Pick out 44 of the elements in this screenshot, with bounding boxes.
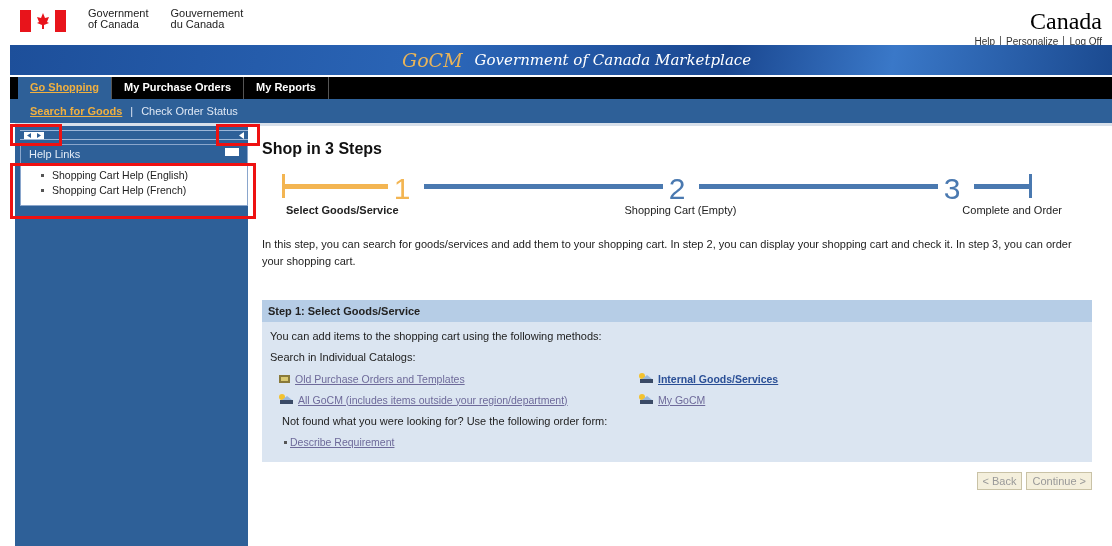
gouvernement-du-canada-text: Gouvernement du Canada [170, 8, 244, 30]
separator: | [130, 105, 134, 117]
canada-wordmark: Canada [1030, 8, 1102, 34]
nav-tab[interactable]: Go Shopping [18, 77, 113, 99]
catalog-link[interactable]: Internal Goods/Services [658, 372, 779, 385]
annotation-rectangle [10, 124, 62, 146]
catalog-icon [278, 393, 294, 406]
panel-title: Help Links [29, 148, 81, 160]
gocm-logo: GoCM [402, 49, 463, 71]
step-label: Select Goods/Service [286, 204, 399, 216]
utility-link[interactable]: Personalize [1006, 36, 1059, 47]
collapse-arrow-icon[interactable] [239, 131, 244, 139]
catalog-link[interactable]: All GoCM (includes items outside your region/department) [298, 393, 568, 406]
step-label: Complete and Order [962, 204, 1062, 216]
intro-text: In this step, you can search for goods/services and add them to your shopping cart. In step 2, you can display your shopping cart and check it. In step 3, you can order your shopping cart. [262, 237, 1073, 269]
step-number: 2 [668, 172, 686, 204]
step-label: Shopping Cart (Empty) [624, 204, 737, 216]
step-number: 3 [943, 172, 961, 204]
annotation-rectangle [216, 124, 260, 146]
step-connector [974, 174, 1032, 198]
catalog-link[interactable]: Old Purchase Orders and Templates [295, 372, 465, 385]
expand-toggle-icon[interactable] [24, 131, 44, 139]
page-title: Shop in 3 Steps [262, 140, 383, 158]
section-title: Step 1: Select Goods/Service [262, 300, 1092, 322]
banner-title: Government of Canada Marketplace [474, 51, 752, 69]
help-link[interactable]: Shopping Cart Help (French) [52, 184, 187, 197]
subnav-link[interactable]: Check Order Status [141, 105, 238, 117]
section-description: You can add items to the shopping cart using the following methods: [270, 330, 603, 342]
help-link[interactable]: Shopping Cart Help (English) [52, 169, 188, 182]
describe-requirement-link[interactable]: Describe Requirement [290, 436, 395, 448]
catalog-link[interactable]: My GoCM [658, 393, 706, 406]
bullet-icon [41, 189, 44, 192]
utility-link[interactable]: Help [974, 36, 996, 47]
catalogs-heading: Search in Individual Catalogs: [270, 351, 417, 363]
subnav-link[interactable]: Search for Goods [30, 105, 123, 117]
bullet-icon [284, 440, 287, 444]
bullet-icon [41, 174, 44, 177]
order-form-prompt: Not found what you were looking for? Use the following order form: [281, 415, 609, 427]
step-number: 1 [393, 172, 411, 204]
canada-flag-icon [20, 10, 66, 32]
catalog-icon [638, 372, 654, 385]
government-of-canada-text: Government of Canada [88, 8, 149, 30]
folder-icon [278, 373, 291, 384]
catalog-icon [638, 393, 654, 406]
